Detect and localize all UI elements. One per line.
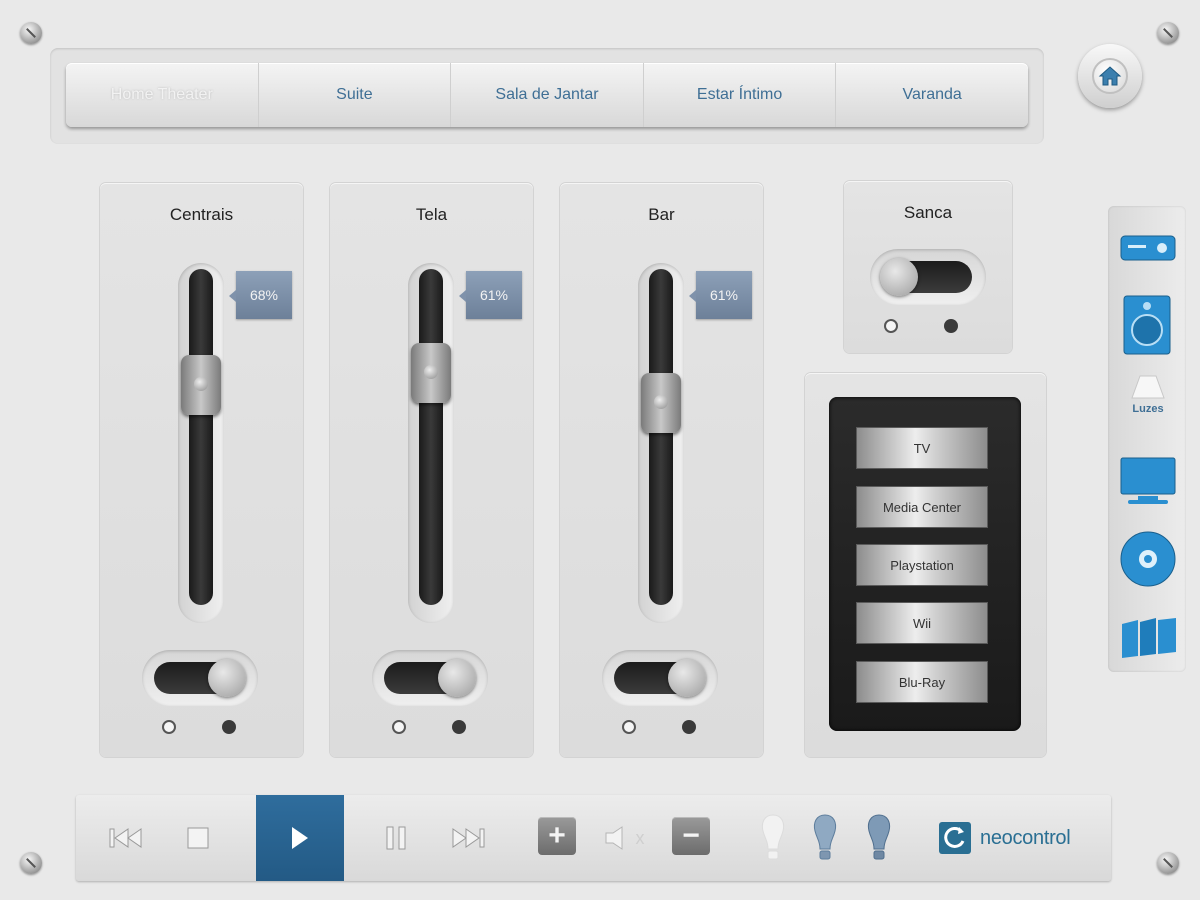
dimmer-slider[interactable] <box>178 263 224 623</box>
source-button-playstation[interactable]: Playstation <box>856 544 988 586</box>
dimmer-slider-thumb[interactable] <box>411 343 451 403</box>
sanca-title: Sanca <box>903 203 953 222</box>
dimmer-slider[interactable] <box>408 263 454 623</box>
screw-icon <box>1157 852 1179 874</box>
pause-icon[interactable] <box>378 820 414 856</box>
bulb-icon[interactable] <box>864 811 894 865</box>
toggle-knob <box>208 659 246 697</box>
tab-varanda[interactable]: Varanda <box>836 63 1028 127</box>
room-nav: Home Theater Suite Sala de Jantar Estar … <box>66 63 1028 127</box>
dimmer-panel-centrais: Centrais 68% <box>100 183 303 757</box>
dimmer-toggle[interactable] <box>372 650 488 706</box>
dimmer-level-badge: 68% <box>229 271 292 319</box>
mute-button[interactable]: x <box>598 820 650 856</box>
screw-icon <box>20 852 42 874</box>
off-indicator <box>884 319 898 333</box>
home-icon <box>1092 58 1128 94</box>
on-indicator <box>222 720 236 734</box>
dimmer-level-badge: 61% <box>689 271 752 319</box>
dimmer-slider-thumb[interactable] <box>181 355 221 415</box>
screw-icon <box>1157 22 1179 44</box>
dimmer-slider-thumb[interactable] <box>641 373 681 433</box>
next-icon[interactable] <box>446 820 490 856</box>
on-indicator <box>682 720 696 734</box>
dimmer-slider[interactable] <box>638 263 684 623</box>
tab-suite[interactable]: Suite <box>259 63 452 127</box>
transport-bar: + x − neocontrol <box>76 795 1111 881</box>
dimmer-title: Bar <box>648 205 675 224</box>
toggle-knob <box>668 659 706 697</box>
home-button[interactable] <box>1078 44 1142 108</box>
speaker-icon[interactable] <box>1122 294 1172 361</box>
toggle-knob <box>880 258 918 296</box>
toggle-knob <box>438 659 476 697</box>
stop-icon[interactable] <box>182 822 214 854</box>
tv-icon[interactable] <box>1120 456 1176 513</box>
tab-estar-intimo[interactable]: Estar Íntimo <box>644 63 837 127</box>
source-button-media-center[interactable]: Media Center <box>856 486 988 528</box>
brand-logo: neocontrol <box>938 820 1088 856</box>
source-button-wii[interactable]: Wii <box>856 602 988 644</box>
neocontrol-logo-icon <box>939 822 971 854</box>
tab-home-theater[interactable]: Home Theater <box>66 63 259 127</box>
dimmer-panel-bar: Bar 61% <box>560 183 763 757</box>
dimmer-title: Tela <box>415 205 448 224</box>
dimmer-toggle[interactable] <box>142 650 258 706</box>
play-icon <box>292 827 308 849</box>
on-indicator <box>944 319 958 333</box>
brand-name: neocontrol <box>980 826 1071 849</box>
screw-icon <box>20 22 42 44</box>
source-list: TV Media Center Playstation Wii Blu-Ray <box>829 397 1021 731</box>
dimmer-track <box>189 269 213 605</box>
volume-down-button[interactable]: − <box>672 817 710 855</box>
sanca-toggle[interactable] <box>870 249 986 305</box>
off-indicator <box>162 720 176 734</box>
mute-mark: x <box>635 827 645 848</box>
receiver-icon[interactable] <box>1120 230 1176 271</box>
plus-icon: + <box>538 817 576 855</box>
dimmer-panel-tela: Tela 61% <box>330 183 533 757</box>
dimmer-toggle[interactable] <box>602 650 718 706</box>
previous-icon[interactable] <box>106 820 146 856</box>
disc-icon[interactable] <box>1120 530 1176 593</box>
lamp-icon[interactable]: Luzes <box>1126 374 1170 432</box>
side-menu: Luzes <box>1108 206 1186 672</box>
speaker-mute-icon <box>605 826 622 850</box>
play-button[interactable] <box>256 795 344 881</box>
minus-icon: − <box>672 817 710 855</box>
dimmer-level-badge: 61% <box>459 271 522 319</box>
tab-sala-de-jantar[interactable]: Sala de Jantar <box>451 63 644 127</box>
dimmer-track <box>649 269 673 605</box>
off-indicator <box>622 720 636 734</box>
on-indicator <box>452 720 466 734</box>
source-button-blu-ray[interactable]: Blu-Ray <box>856 661 988 703</box>
sanca-panel: Sanca <box>844 181 1012 353</box>
source-panel: TV Media Center Playstation Wii Blu-Ray <box>805 373 1046 757</box>
bulb-icon[interactable] <box>810 811 840 865</box>
off-indicator <box>392 720 406 734</box>
volume-up-button[interactable]: + <box>538 817 576 855</box>
bulb-off-icon[interactable] <box>758 811 788 865</box>
lamp-label: Luzes <box>1132 403 1164 415</box>
curtain-icon[interactable] <box>1120 616 1178 665</box>
dimmer-title: Centrais <box>169 205 234 224</box>
dimmer-track <box>419 269 443 605</box>
source-button-tv[interactable]: TV <box>856 427 988 469</box>
